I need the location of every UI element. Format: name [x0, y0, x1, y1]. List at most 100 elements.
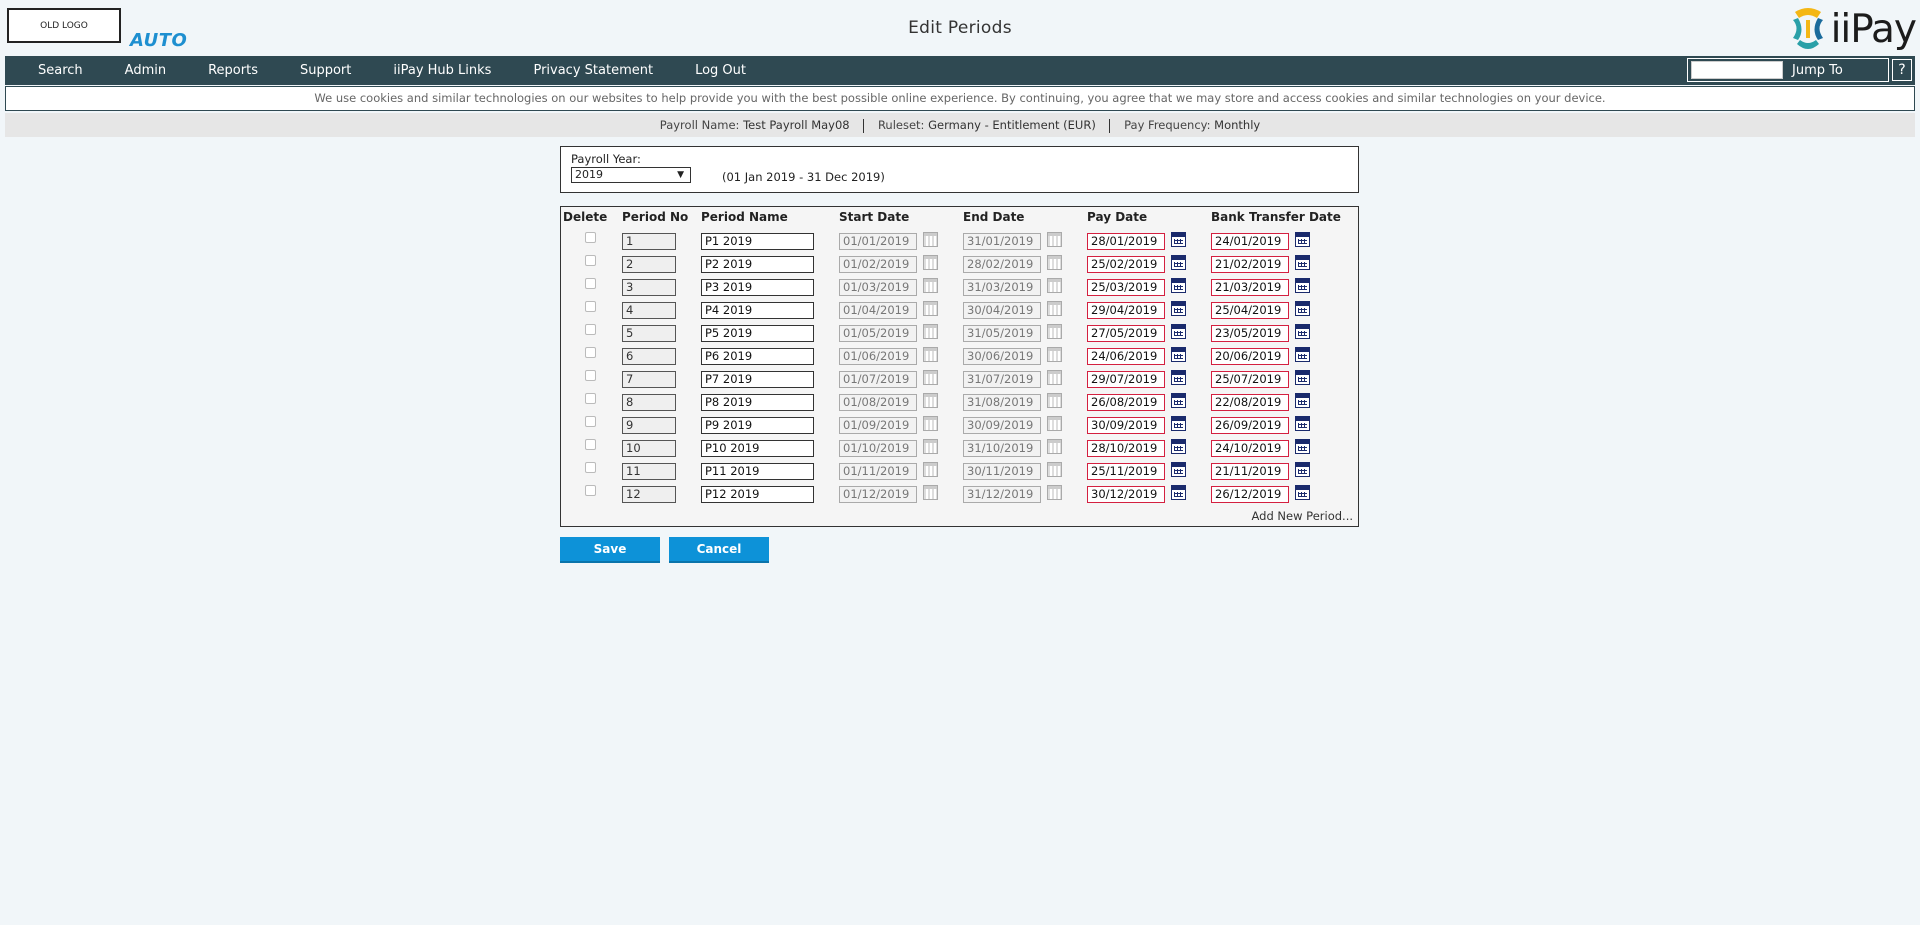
cookie-notice: We use cookies and similar technologies … [5, 86, 1915, 111]
period-name-input[interactable]: P6 2019 [701, 348, 814, 365]
pay-date-input[interactable]: 27/05/2019 [1087, 325, 1165, 342]
bank-transfer-date-input[interactable]: 25/04/2019 [1211, 302, 1289, 319]
period-name-input[interactable]: P11 2019 [701, 463, 814, 480]
payroll-info-bar: Payroll Name: Test Payroll May08 Ruleset… [5, 113, 1915, 137]
start-date-field: 01/07/2019 [839, 371, 917, 388]
table-row: 2 P2 2019 01/02/2019 28/02/2019 25/02/2019 21… [561, 252, 1358, 275]
help-button[interactable]: ? [1892, 59, 1912, 81]
period-name-input[interactable]: P7 2019 [701, 371, 814, 388]
end-date-calendar-icon [1047, 278, 1062, 293]
pay-date-calendar-icon[interactable] [1171, 324, 1186, 339]
delete-checkbox [585, 324, 596, 335]
bank-date-calendar-icon[interactable] [1295, 462, 1310, 477]
pay-date-calendar-icon[interactable] [1171, 439, 1186, 454]
bank-transfer-date-input[interactable]: 20/06/2019 [1211, 348, 1289, 365]
start-date-field: 01/03/2019 [839, 279, 917, 296]
bank-date-calendar-icon[interactable] [1295, 324, 1310, 339]
brand-name: iiPay [1830, 6, 1917, 52]
period-name-input[interactable]: P10 2019 [701, 440, 814, 457]
pay-date-calendar-icon[interactable] [1171, 301, 1186, 316]
period-name-input[interactable]: P9 2019 [701, 417, 814, 434]
nav-reports[interactable]: Reports [208, 63, 258, 78]
pay-date-input[interactable]: 24/06/2019 [1087, 348, 1165, 365]
end-date-calendar-icon [1047, 232, 1062, 247]
bank-date-calendar-icon[interactable] [1295, 439, 1310, 454]
nav-support[interactable]: Support [300, 63, 351, 78]
pay-date-input[interactable]: 26/08/2019 [1087, 394, 1165, 411]
pay-date-calendar-icon[interactable] [1171, 393, 1186, 408]
jump-to-input[interactable] [1691, 61, 1783, 79]
pay-date-input[interactable]: 30/12/2019 [1087, 486, 1165, 503]
col-period-name: Period Name [701, 210, 788, 224]
pay-date-input[interactable]: 25/03/2019 [1087, 279, 1165, 296]
pay-date-calendar-icon[interactable] [1171, 232, 1186, 247]
start-date-field: 01/08/2019 [839, 394, 917, 411]
bank-transfer-date-input[interactable]: 25/07/2019 [1211, 371, 1289, 388]
pay-date-input[interactable]: 25/02/2019 [1087, 256, 1165, 273]
save-button[interactable]: Save [560, 537, 660, 563]
pay-date-calendar-icon[interactable] [1171, 278, 1186, 293]
end-date-field: 31/07/2019 [963, 371, 1041, 388]
pay-date-calendar-icon[interactable] [1171, 255, 1186, 270]
end-date-field: 30/09/2019 [963, 417, 1041, 434]
bank-date-calendar-icon[interactable] [1295, 278, 1310, 293]
pay-date-input[interactable]: 25/11/2019 [1087, 463, 1165, 480]
period-name-input[interactable]: P12 2019 [701, 486, 814, 503]
nav-log-out[interactable]: Log Out [695, 63, 746, 78]
start-date-field: 01/02/2019 [839, 256, 917, 273]
pay-date-calendar-icon[interactable] [1171, 485, 1186, 500]
start-date-field: 01/06/2019 [839, 348, 917, 365]
bank-date-calendar-icon[interactable] [1295, 485, 1310, 500]
bank-transfer-date-input[interactable]: 24/01/2019 [1211, 233, 1289, 250]
pay-date-calendar-icon[interactable] [1171, 370, 1186, 385]
period-name-input[interactable]: P8 2019 [701, 394, 814, 411]
table-row: 5 P5 2019 01/05/2019 31/05/2019 27/05/2019 23… [561, 321, 1358, 344]
start-date-field: 01/04/2019 [839, 302, 917, 319]
period-name-input[interactable]: P4 2019 [701, 302, 814, 319]
bank-date-calendar-icon[interactable] [1295, 232, 1310, 247]
nav-iipay-hub-links[interactable]: iiPay Hub Links [393, 63, 491, 78]
bank-transfer-date-input[interactable]: 21/03/2019 [1211, 279, 1289, 296]
add-new-period-link[interactable]: Add New Period... [1252, 509, 1353, 523]
bank-transfer-date-input[interactable]: 22/08/2019 [1211, 394, 1289, 411]
pay-date-input[interactable]: 28/10/2019 [1087, 440, 1165, 457]
bank-transfer-date-input[interactable]: 21/02/2019 [1211, 256, 1289, 273]
pay-date-input[interactable]: 29/04/2019 [1087, 302, 1165, 319]
bank-transfer-date-input[interactable]: 24/10/2019 [1211, 440, 1289, 457]
bank-date-calendar-icon[interactable] [1295, 301, 1310, 316]
nav-admin[interactable]: Admin [125, 63, 166, 78]
cancel-button[interactable]: Cancel [669, 537, 769, 563]
payroll-year-select[interactable]: 2019 ▼ [571, 167, 691, 183]
col-end-date: End Date [963, 210, 1025, 224]
nav-search[interactable]: Search [38, 63, 83, 78]
main-nav: Search Admin Reports Support iiPay Hub L… [5, 56, 1915, 85]
bank-transfer-date-input[interactable]: 26/12/2019 [1211, 486, 1289, 503]
bank-date-calendar-icon[interactable] [1295, 255, 1310, 270]
bank-transfer-date-input[interactable]: 26/09/2019 [1211, 417, 1289, 434]
bank-transfer-date-input[interactable]: 23/05/2019 [1211, 325, 1289, 342]
nav-privacy-statement[interactable]: Privacy Statement [533, 63, 653, 78]
period-no-field: 3 [622, 279, 676, 296]
period-name-input[interactable]: P2 2019 [701, 256, 814, 273]
pay-date-input[interactable]: 30/09/2019 [1087, 417, 1165, 434]
bank-date-calendar-icon[interactable] [1295, 347, 1310, 362]
divider [863, 118, 865, 133]
pay-date-calendar-icon[interactable] [1171, 347, 1186, 362]
period-name-input[interactable]: P1 2019 [701, 233, 814, 250]
pay-date-calendar-icon[interactable] [1171, 416, 1186, 431]
pay-date-calendar-icon[interactable] [1171, 462, 1186, 477]
bank-transfer-date-input[interactable]: 21/11/2019 [1211, 463, 1289, 480]
end-date-calendar-icon [1047, 347, 1062, 362]
bank-date-calendar-icon[interactable] [1295, 393, 1310, 408]
start-date-field: 01/09/2019 [839, 417, 917, 434]
end-date-calendar-icon [1047, 301, 1062, 316]
table-row: 11 P11 2019 01/11/2019 30/11/2019 25/11/2019… [561, 459, 1358, 482]
bank-date-calendar-icon[interactable] [1295, 370, 1310, 385]
payroll-name-label: Payroll Name: [659, 118, 740, 132]
pay-date-input[interactable]: 28/01/2019 [1087, 233, 1165, 250]
bank-date-calendar-icon[interactable] [1295, 416, 1310, 431]
pay-date-input[interactable]: 29/07/2019 [1087, 371, 1165, 388]
period-name-input[interactable]: P5 2019 [701, 325, 814, 342]
period-name-input[interactable]: P3 2019 [701, 279, 814, 296]
jump-to-button[interactable]: Jump To [1792, 63, 1843, 78]
